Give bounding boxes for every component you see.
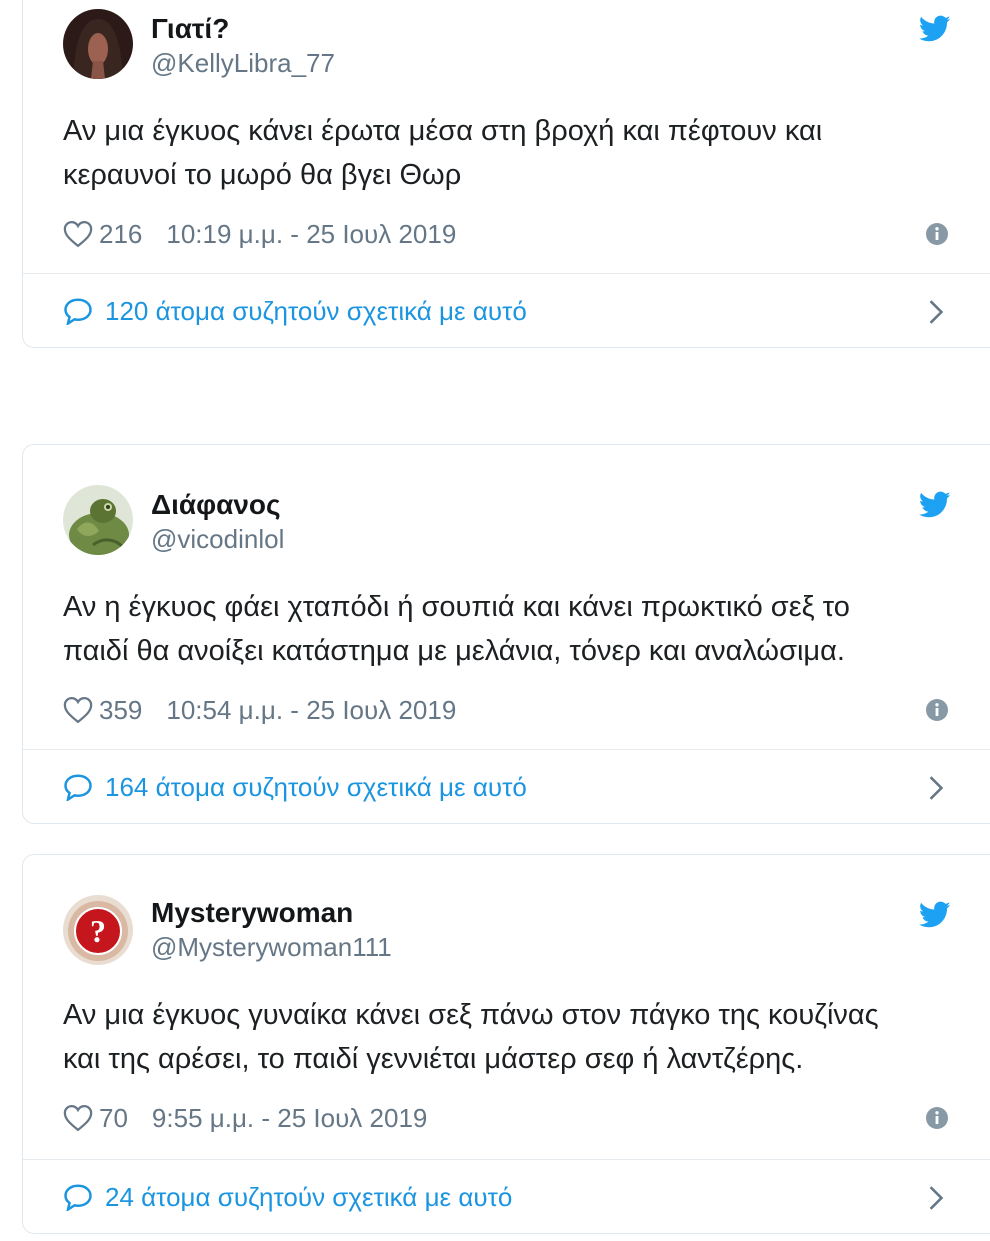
chevron-right-icon[interactable] bbox=[927, 299, 945, 325]
tweet-meta: 359 10:54 μ.μ. - 25 Ιουλ 2019 bbox=[63, 693, 456, 727]
divider bbox=[23, 273, 990, 274]
chevron-right-icon[interactable] bbox=[927, 775, 945, 801]
author-names: Mysterywoman @Mysterywoman111 bbox=[151, 895, 392, 963]
heart-icon[interactable] bbox=[63, 220, 93, 248]
svg-text:?: ? bbox=[90, 913, 106, 949]
author-names: Γιατί? @KellyLibra_77 bbox=[151, 11, 335, 79]
tweet-text: Αν μια έγκυος κάνει έρωτα μέσα στη βροχή… bbox=[63, 109, 953, 197]
divider bbox=[23, 749, 990, 750]
heart-icon[interactable] bbox=[63, 1104, 93, 1132]
display-name[interactable]: Mysterywoman bbox=[151, 895, 392, 931]
conversation-label[interactable]: 24 άτομα συζητούν σχετικά με αυτό bbox=[105, 1182, 512, 1213]
speech-bubble-icon bbox=[64, 1184, 92, 1211]
tweet-meta: 216 10:19 μ.μ. - 25 Ιουλ 2019 bbox=[63, 217, 456, 251]
tweet-card: Γιατί? @KellyLibra_77 Αν μια έγκυος κάνε… bbox=[22, 0, 990, 348]
twitter-bird-icon[interactable] bbox=[919, 901, 951, 929]
like-count[interactable]: 359 bbox=[99, 695, 142, 726]
tweet-card: ? Mysterywoman @Mysterywoman111 Αν μια έ… bbox=[22, 854, 990, 1234]
display-name[interactable]: Γιατί? bbox=[151, 11, 335, 47]
like-count[interactable]: 216 bbox=[99, 219, 142, 250]
author-names: Διάφανος @vicodinlol bbox=[151, 487, 284, 555]
tweet-text-line: κεραυνοί το μωρό θα βγει Θωρ bbox=[63, 159, 462, 191]
speech-bubble-icon bbox=[64, 298, 92, 325]
conversation-link[interactable]: 120 άτομα συζητούν σχετικά με αυτό bbox=[63, 293, 527, 329]
tweet-card: Διάφανος @vicodinlol Αν η έγκυος φάει χτ… bbox=[22, 444, 990, 824]
like-count[interactable]: 70 bbox=[99, 1103, 128, 1134]
handle[interactable]: @vicodinlol bbox=[151, 523, 284, 555]
conversation-link[interactable]: 164 άτομα συζητούν σχετικά με αυτό bbox=[63, 769, 527, 805]
timestamp[interactable]: 10:54 μ.μ. - 25 Ιουλ 2019 bbox=[166, 695, 456, 726]
tweet-text-line: Αν μια έγκυος γυναίκα κάνει σεξ πάνω στο… bbox=[63, 999, 879, 1031]
info-icon[interactable] bbox=[925, 1106, 949, 1130]
timestamp[interactable]: 9:55 μ.μ. - 25 Ιουλ 2019 bbox=[152, 1103, 427, 1134]
handle[interactable]: @Mysterywoman111 bbox=[151, 931, 392, 963]
speech-bubble-icon bbox=[64, 774, 92, 801]
info-icon[interactable] bbox=[925, 222, 949, 246]
avatar[interactable] bbox=[63, 485, 133, 555]
conversation-link[interactable]: 24 άτομα συζητούν σχετικά με αυτό bbox=[63, 1179, 512, 1215]
twitter-bird-icon[interactable] bbox=[919, 15, 951, 43]
info-icon[interactable] bbox=[925, 698, 949, 722]
twitter-bird-icon[interactable] bbox=[919, 491, 951, 519]
handle[interactable]: @KellyLibra_77 bbox=[151, 47, 335, 79]
display-name[interactable]: Διάφανος bbox=[151, 487, 284, 523]
conversation-label[interactable]: 164 άτομα συζητούν σχετικά με αυτό bbox=[105, 772, 527, 803]
tweet-text-line: παιδί θα ανοίξει κατάστημα με μελάνια, τ… bbox=[63, 635, 845, 667]
heart-icon[interactable] bbox=[63, 696, 93, 724]
tweet-meta: 70 9:55 μ.μ. - 25 Ιουλ 2019 bbox=[63, 1101, 427, 1135]
tweet-text-line: και της αρέσει, το παιδί γεννιέται μάστε… bbox=[63, 1043, 804, 1075]
tweet-text: Αν μια έγκυος γυναίκα κάνει σεξ πάνω στο… bbox=[63, 993, 953, 1081]
chevron-right-icon[interactable] bbox=[927, 1185, 945, 1211]
avatar[interactable] bbox=[63, 9, 133, 79]
conversation-label[interactable]: 120 άτομα συζητούν σχετικά με αυτό bbox=[105, 296, 527, 327]
tweet-text-line: Αν μια έγκυος κάνει έρωτα μέσα στη βροχή… bbox=[63, 115, 823, 147]
divider bbox=[23, 1159, 990, 1160]
tweet-text: Αν η έγκυος φάει χταπόδι ή σουπιά και κά… bbox=[63, 585, 953, 673]
timestamp[interactable]: 10:19 μ.μ. - 25 Ιουλ 2019 bbox=[166, 219, 456, 250]
tweet-text-line: Αν η έγκυος φάει χταπόδι ή σουπιά και κά… bbox=[63, 591, 850, 623]
avatar[interactable]: ? bbox=[63, 895, 133, 965]
